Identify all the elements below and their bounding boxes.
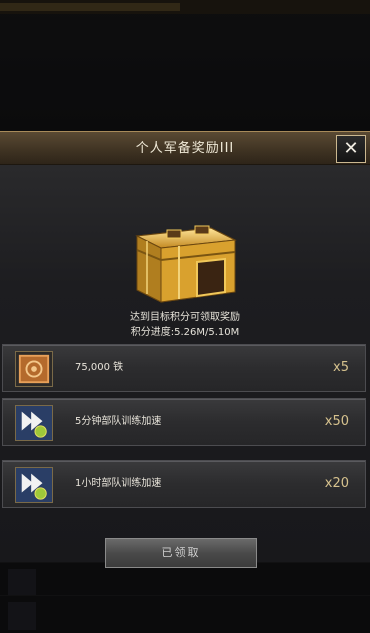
- modal-title: 个人军备奖励III: [135, 141, 235, 156]
- reward-name: 75,000 铁: [75, 362, 124, 373]
- close-button[interactable]: ✕: [336, 135, 366, 163]
- progress-text: 积分进度:5.26M/5.10M: [0, 326, 370, 340]
- iron-icon: [15, 351, 53, 387]
- speedup-icon: [15, 405, 53, 441]
- reward-count: x20: [324, 476, 349, 491]
- reward-count: x5: [333, 360, 349, 375]
- reward-name: 5分钟部队训练加速: [75, 416, 162, 427]
- progress-label: 积分进度:: [130, 327, 175, 338]
- treasure-chest-icon: [135, 225, 237, 303]
- progress-current: 5.26M: [174, 327, 205, 338]
- reward-count: x50: [324, 414, 349, 429]
- modal-header: 个人军备奖励III ✕: [0, 131, 370, 165]
- progress-target: 5.10M: [208, 327, 240, 338]
- reward-row: 5分钟部队训练加速 x50: [2, 398, 366, 446]
- modal-body: 达到目标积分可领取奖励 积分进度:5.26M/5.10M 75,000 铁 x5…: [0, 165, 370, 568]
- reward-row: 1小时部队训练加速 x20: [2, 460, 366, 508]
- claimed-button[interactable]: 已领取: [105, 538, 257, 568]
- reward-modal: 个人军备奖励III ✕ 达到目标积分可领取奖励 积分进度:5.26M/5.10M…: [0, 131, 370, 568]
- speedup-icon: [15, 467, 53, 503]
- goal-text: 达到目标积分可领取奖励: [130, 312, 240, 323]
- reward-name: 1小时部队训练加速: [75, 478, 162, 489]
- reward-row: 75,000 铁 x5: [2, 344, 366, 392]
